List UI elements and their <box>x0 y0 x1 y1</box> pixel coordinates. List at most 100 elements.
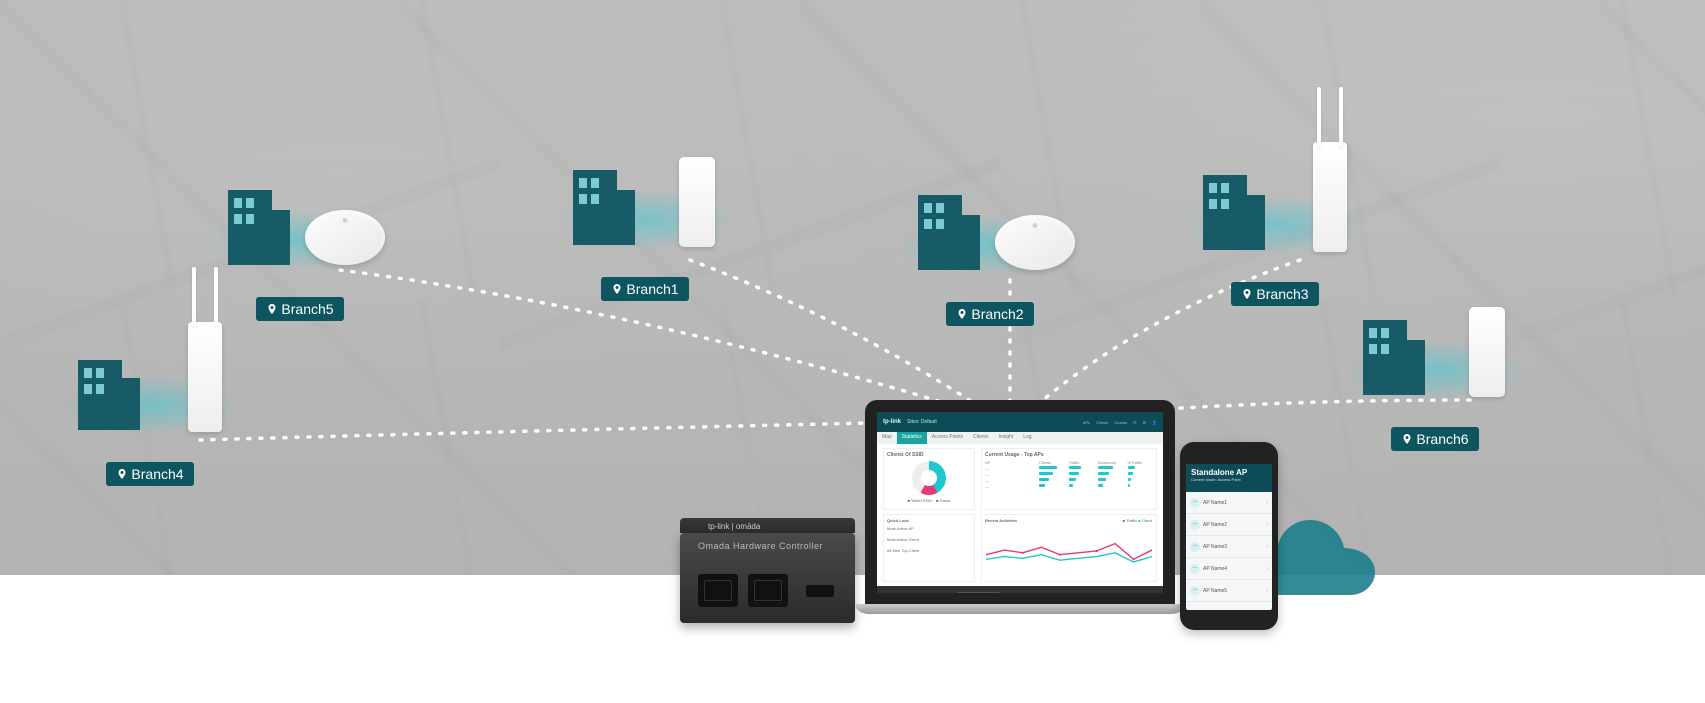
device-brand: tp-link | omāda <box>708 522 760 531</box>
branch-label: Branch3 <box>1231 282 1318 306</box>
line-chart <box>986 527 1152 573</box>
col-header: %Traffic <box>1128 460 1154 465</box>
table-row: — <box>985 466 1035 471</box>
footer-tab-wireless-control[interactable]: Wireless Control <box>1008 592 1049 601</box>
chevron-right-icon: › <box>1266 588 1268 594</box>
list-item[interactable]: ⌔AP Name3 › <box>1186 536 1272 558</box>
phone-title: Standalone AP <box>1191 468 1267 477</box>
col-header: Download <box>1098 460 1124 465</box>
ql-row: Most Active Client <box>887 537 971 542</box>
wifi-icon: ⌔ <box>1190 498 1200 508</box>
list-item[interactable]: ⌔AP Name1› <box>1186 492 1272 514</box>
chevron-right-icon: › <box>1266 566 1268 572</box>
pin-icon <box>266 303 278 315</box>
col-header: AP <box>985 460 1035 465</box>
nav-guests[interactable]: Guests <box>1114 420 1127 425</box>
table-row: — <box>985 484 1035 489</box>
list-item[interactable]: ⌔AP Name5 › <box>1186 580 1272 602</box>
footer-tab-wireless-settings[interactable]: Wireless Settings <box>957 592 1000 601</box>
laptop-base <box>855 604 1185 614</box>
table-row: — <box>985 478 1035 483</box>
building-icon <box>565 145 645 255</box>
chevron-right-icon: › <box>1266 522 1268 528</box>
branch-3: Branch3 <box>1195 150 1355 306</box>
branch-label: Branch6 <box>1391 427 1478 451</box>
wifi-icon: ⌔ <box>1190 520 1200 530</box>
gear-icon[interactable]: ⚙ <box>1142 420 1146 425</box>
activities-card: Recent Activities ■ Traffic ■ Client <box>981 514 1157 582</box>
tab-statistics[interactable]: Statistics <box>897 432 927 444</box>
ap-outdoor-antenna <box>1313 142 1347 252</box>
branch-label-text: Branch1 <box>626 281 678 297</box>
phone-subtitle: Current Mode: Access Point <box>1191 477 1267 482</box>
brand-logo: tp-link <box>883 419 901 425</box>
nav-clients[interactable]: Clients <box>1096 420 1108 425</box>
list-item[interactable]: ⌔AP Name4 › <box>1186 558 1272 580</box>
pin-icon <box>956 308 968 320</box>
donut-chart <box>912 461 946 495</box>
legend-b: Guest <box>940 498 951 503</box>
building-icon <box>910 170 990 280</box>
ap-name: AP Name4 <box>1203 566 1227 572</box>
wifi-icon: ⌔ <box>1190 542 1200 552</box>
dashboard-header: tp-link Sites: Default APs Clients Guest… <box>877 412 1163 432</box>
ap-outdoor-antenna <box>188 322 222 432</box>
col-header: Clients <box>1039 460 1065 465</box>
ap-ceiling <box>305 210 385 265</box>
tab-clients[interactable]: Clients <box>968 432 993 444</box>
tab-access-points[interactable]: Access Points <box>927 432 968 444</box>
tab-insight[interactable]: Insight <box>993 432 1018 444</box>
tab-map[interactable]: Map <box>877 432 897 444</box>
pin-icon <box>1401 433 1413 445</box>
ap-name: AP Name1 <box>1203 500 1227 506</box>
pin-icon <box>611 283 623 295</box>
footer-tab-system[interactable]: System <box>1057 592 1082 601</box>
ap-name: AP Name5 <box>1203 588 1227 594</box>
card-title: Clients Of SSID <box>887 452 971 458</box>
building-icon <box>1355 295 1435 405</box>
branch-4: Branch4 <box>70 330 230 486</box>
branch-label: Branch4 <box>106 462 193 486</box>
branch-label-text: Branch4 <box>131 466 183 482</box>
ql-row: Most Active AP <box>887 526 971 531</box>
wifi-icon: ⌔ <box>1190 564 1200 574</box>
site-selector[interactable]: Sites: Default <box>907 419 937 425</box>
phone-screen: Standalone AP Current Mode: Access Point… <box>1186 464 1272 610</box>
ap-name: AP Name2 <box>1203 522 1227 528</box>
table-row: — <box>985 472 1035 477</box>
user-icon[interactable]: 👤 <box>1152 420 1157 425</box>
list-item[interactable]: ⌔AP Name2 › <box>1186 514 1272 536</box>
ap-ceiling <box>995 215 1075 270</box>
usb-port-icon <box>806 585 834 597</box>
omada-controller-device: tp-link | omāda Omada Hardware Controlle… <box>680 533 855 623</box>
branch-2: Branch2 <box>910 170 1070 326</box>
pin-icon <box>116 468 128 480</box>
phone-device: Standalone AP Current Mode: Access Point… <box>1180 442 1278 630</box>
branch-label-text: Branch6 <box>1416 431 1468 447</box>
building-icon <box>220 165 300 275</box>
phone-header: Standalone AP Current Mode: Access Point <box>1186 464 1272 492</box>
refresh-icon[interactable]: ⟳ <box>1133 420 1136 425</box>
branch-5: Branch5 <box>220 165 380 321</box>
branch-label-text: Branch2 <box>971 306 1023 322</box>
usage-card: Current Usage - Top APs AP Clients Traff… <box>981 448 1157 510</box>
ap-name: AP Name3 <box>1203 544 1227 550</box>
quicklook-card: Quick Look Most Active AP Most Active Cl… <box>883 514 975 582</box>
chevron-right-icon: › <box>1266 544 1268 550</box>
branch-label-text: Branch5 <box>281 301 333 317</box>
tab-log[interactable]: Log <box>1018 432 1036 444</box>
device-label: Omada Hardware Controller <box>698 541 823 551</box>
branch-label: Branch2 <box>946 302 1033 326</box>
dashboard-footer: Wireless Settings Wireless Control Syste… <box>877 586 1163 605</box>
laptop-device: tp-link Sites: Default APs Clients Guest… <box>855 400 1185 614</box>
dashboard-screen: tp-link Sites: Default APs Clients Guest… <box>865 400 1175 605</box>
ap-outdoor <box>679 157 715 247</box>
dashboard-tabs: Map Statistics Access Points Clients Ins… <box>877 432 1163 444</box>
wifi-icon: ⌔ <box>1190 586 1200 596</box>
col-header: Traffic <box>1069 460 1095 465</box>
card-title: Current Usage - Top APs <box>985 452 1153 458</box>
pin-icon <box>1241 288 1253 300</box>
legend-traffic: Traffic <box>1126 518 1137 523</box>
branch-6: Branch6 <box>1355 295 1515 451</box>
nav-aps[interactable]: APs <box>1083 420 1090 425</box>
